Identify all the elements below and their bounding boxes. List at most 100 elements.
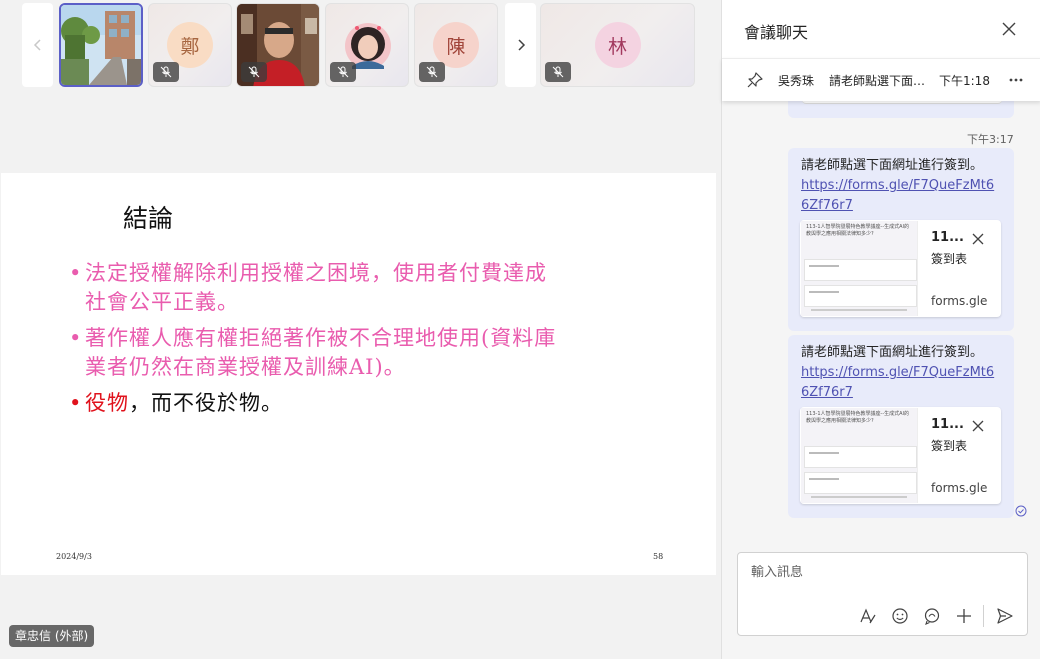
presenter-name-badge: 章忠信 (外部) bbox=[9, 625, 95, 647]
link-preview-card[interactable]: 113-1人智學院發展特色教學議座--生成式AI的教與學之應用相關法律知多少? … bbox=[800, 407, 1001, 504]
plus-icon bbox=[957, 609, 971, 623]
close-icon bbox=[972, 233, 984, 245]
participant-tile-5[interactable]: 陳 bbox=[414, 3, 498, 87]
mic-off-badge bbox=[241, 62, 267, 82]
message-link[interactable]: https://forms.gle/F7QueFzMt66Zf76r7 bbox=[801, 176, 1001, 216]
thumbnail-field bbox=[804, 446, 917, 468]
thumbnail-heading: 113-1人智學院發展特色教學議座--生成式AI的教與學之應用相關法律知多少? bbox=[806, 411, 910, 424]
participant-tile-4[interactable] bbox=[325, 3, 409, 87]
toolbar-divider bbox=[983, 605, 984, 627]
mic-off-icon bbox=[248, 66, 260, 78]
chevron-left-icon bbox=[33, 39, 41, 51]
bullet-text: ，而不役於物。 bbox=[129, 391, 283, 415]
thumbnail-field bbox=[804, 285, 917, 307]
bullet-line: • 著作權人應有權拒絕著作被不合理地使用(資料庫 bbox=[69, 326, 556, 350]
bullet-dot: • bbox=[69, 326, 83, 350]
close-icon bbox=[1002, 22, 1016, 36]
gallery-next-button[interactable] bbox=[505, 3, 536, 87]
mic-off-icon bbox=[160, 66, 172, 78]
shared-slide: 結論 • 法定授權解除利用授權之困境，使用者付費達成 社會公平正義。 • 著作權人應… bbox=[1, 173, 716, 575]
remove-preview-button[interactable] bbox=[970, 418, 986, 434]
read-receipt-icon bbox=[1015, 505, 1027, 517]
send-icon bbox=[997, 608, 1013, 624]
message-composer bbox=[737, 552, 1028, 636]
message-timestamp: 下午3:17 bbox=[967, 133, 1014, 146]
link-preview-thumbnail: 113-1人智學院發展特色教學議座--生成式AI的教與學之應用相關法律知多少? bbox=[801, 221, 918, 316]
mic-off-badge bbox=[330, 62, 356, 82]
chat-message[interactable]: 請老師點選下面網址進行簽到。 https://forms.gle/F7QueFz… bbox=[788, 335, 1014, 518]
message-link[interactable]: https://forms.gle/F7QueFzMt66Zf76r7 bbox=[801, 363, 1001, 403]
slide-date: 2024/9/3 bbox=[56, 552, 92, 561]
link-preview-subtitle: 簽到表 bbox=[931, 252, 968, 266]
pinned-time: 下午1:18 bbox=[939, 74, 990, 88]
chat-message[interactable]: 請老師點選下面網址進行簽到。 https://forms.gle/F7QueFz… bbox=[788, 148, 1014, 331]
pinned-sender: 吳秀珠 bbox=[778, 74, 815, 88]
thumbnail-footer bbox=[811, 496, 907, 498]
avatar-initial: 林 bbox=[607, 35, 627, 58]
slide-bullet: • 著作權人應有權拒絕著作被不合理地使用(資料庫 業者仍然在商業授權及訓練AI)。 bbox=[69, 324, 556, 382]
chevron-right-icon bbox=[517, 39, 525, 51]
attach-button[interactable] bbox=[953, 605, 975, 627]
link-preview-domain: forms.gle bbox=[931, 481, 988, 495]
more-options-button[interactable] bbox=[1007, 71, 1025, 89]
mic-off-badge bbox=[153, 62, 179, 82]
meeting-chat-panel: 會議聊天 吳秀珠 請老師點選下面連… 下午1:18 下午3:17 請老師點選下面… bbox=[721, 0, 1040, 659]
gallery-prev-button[interactable] bbox=[22, 3, 53, 87]
bullet-text: 著作權人應有權拒絕著作被不合理地使用(資料庫 bbox=[85, 326, 557, 350]
link-preview-title: 11... bbox=[931, 230, 964, 245]
remove-preview-button[interactable] bbox=[970, 231, 986, 247]
loop-icon bbox=[924, 608, 940, 625]
pinned-text: 請老師點選下面連… bbox=[829, 74, 935, 88]
thumbnail-field bbox=[804, 472, 917, 494]
mic-off-badge bbox=[545, 62, 571, 82]
avatar: 林 bbox=[594, 22, 641, 68]
chat-title: 會議聊天 bbox=[744, 23, 809, 42]
close-icon bbox=[972, 420, 984, 432]
mic-off-icon bbox=[337, 66, 349, 78]
chat-header: 會議聊天 bbox=[722, 0, 1040, 58]
mic-off-icon bbox=[426, 66, 438, 78]
slide-title: 結論 bbox=[123, 204, 174, 233]
link-preview-domain: forms.gle bbox=[931, 294, 988, 308]
message-input[interactable] bbox=[751, 565, 1011, 580]
format-button[interactable] bbox=[857, 605, 879, 627]
bullet-dot: • bbox=[69, 391, 83, 415]
slide-bullet: • 役物，而不役於物。 bbox=[69, 389, 283, 418]
pin-icon bbox=[747, 72, 763, 88]
meeting-stage: 鄭 陳 林 結論 • 法定授權解除利用授權之困境，使用者付費達成 社會公平正義。… bbox=[0, 0, 721, 659]
bullet-dot: • bbox=[69, 261, 83, 285]
more-icon bbox=[1009, 78, 1023, 82]
message-text: 請老師點選下面網址進行簽到。 bbox=[801, 345, 984, 360]
participant-tile-video-3[interactable] bbox=[236, 3, 320, 87]
avatar-initial: 陳 bbox=[446, 35, 466, 58]
chat-close-button[interactable] bbox=[999, 19, 1019, 39]
emoji-button[interactable] bbox=[889, 605, 911, 627]
bullet-text: 法定授權解除利用授權之困境，使用者付費達成 bbox=[85, 261, 547, 285]
format-text-icon bbox=[860, 608, 876, 624]
participant-tile-6[interactable]: 林 bbox=[540, 3, 695, 87]
thumbnail-heading: 113-1人智學院發展特色教學議座--生成式AI的教與學之應用相關法律知多少? bbox=[806, 224, 910, 237]
thumbnail-footer bbox=[811, 309, 907, 311]
loop-button[interactable] bbox=[921, 605, 943, 627]
slide-page-number: 58 bbox=[653, 552, 664, 561]
link-preview-title: 11... bbox=[931, 417, 964, 432]
send-button[interactable] bbox=[994, 605, 1016, 627]
avatar-initial: 鄭 bbox=[180, 35, 200, 58]
thumbnail-field bbox=[804, 259, 917, 281]
emoji-icon bbox=[892, 608, 908, 624]
mic-off-icon bbox=[552, 66, 564, 78]
link-preview-subtitle: 簽到表 bbox=[931, 439, 968, 453]
message-text: 請老師點選下面網址進行簽到。 bbox=[801, 158, 984, 173]
bullet-line: • 法定授權解除利用授權之困境，使用者付費達成 bbox=[69, 261, 547, 285]
mic-off-badge bbox=[419, 62, 445, 82]
bullet-text-highlight: 役物 bbox=[85, 391, 129, 415]
link-preview-thumbnail: 113-1人智學院發展特色教學議座--生成式AI的教與學之應用相關法律知多少? bbox=[801, 408, 918, 503]
participant-tile-2[interactable]: 鄭 bbox=[148, 3, 232, 87]
link-preview-card[interactable]: 113-1人智學院發展特色教學議座--生成式AI的教與學之應用相關法律知多少? … bbox=[800, 220, 1001, 317]
participant-video bbox=[61, 5, 141, 85]
participant-tile-video-1[interactable] bbox=[59, 3, 143, 87]
bullet-text: 業者仍然在商業授權及訓練AI)。 bbox=[85, 355, 406, 379]
bullet-text: 社會公平正義。 bbox=[85, 290, 239, 314]
pinned-message-bar[interactable]: 吳秀珠 請老師點選下面連… 下午1:18 bbox=[722, 58, 1040, 101]
slide-bullet: • 法定授權解除利用授權之困境，使用者付費達成 社會公平正義。 bbox=[69, 259, 547, 317]
